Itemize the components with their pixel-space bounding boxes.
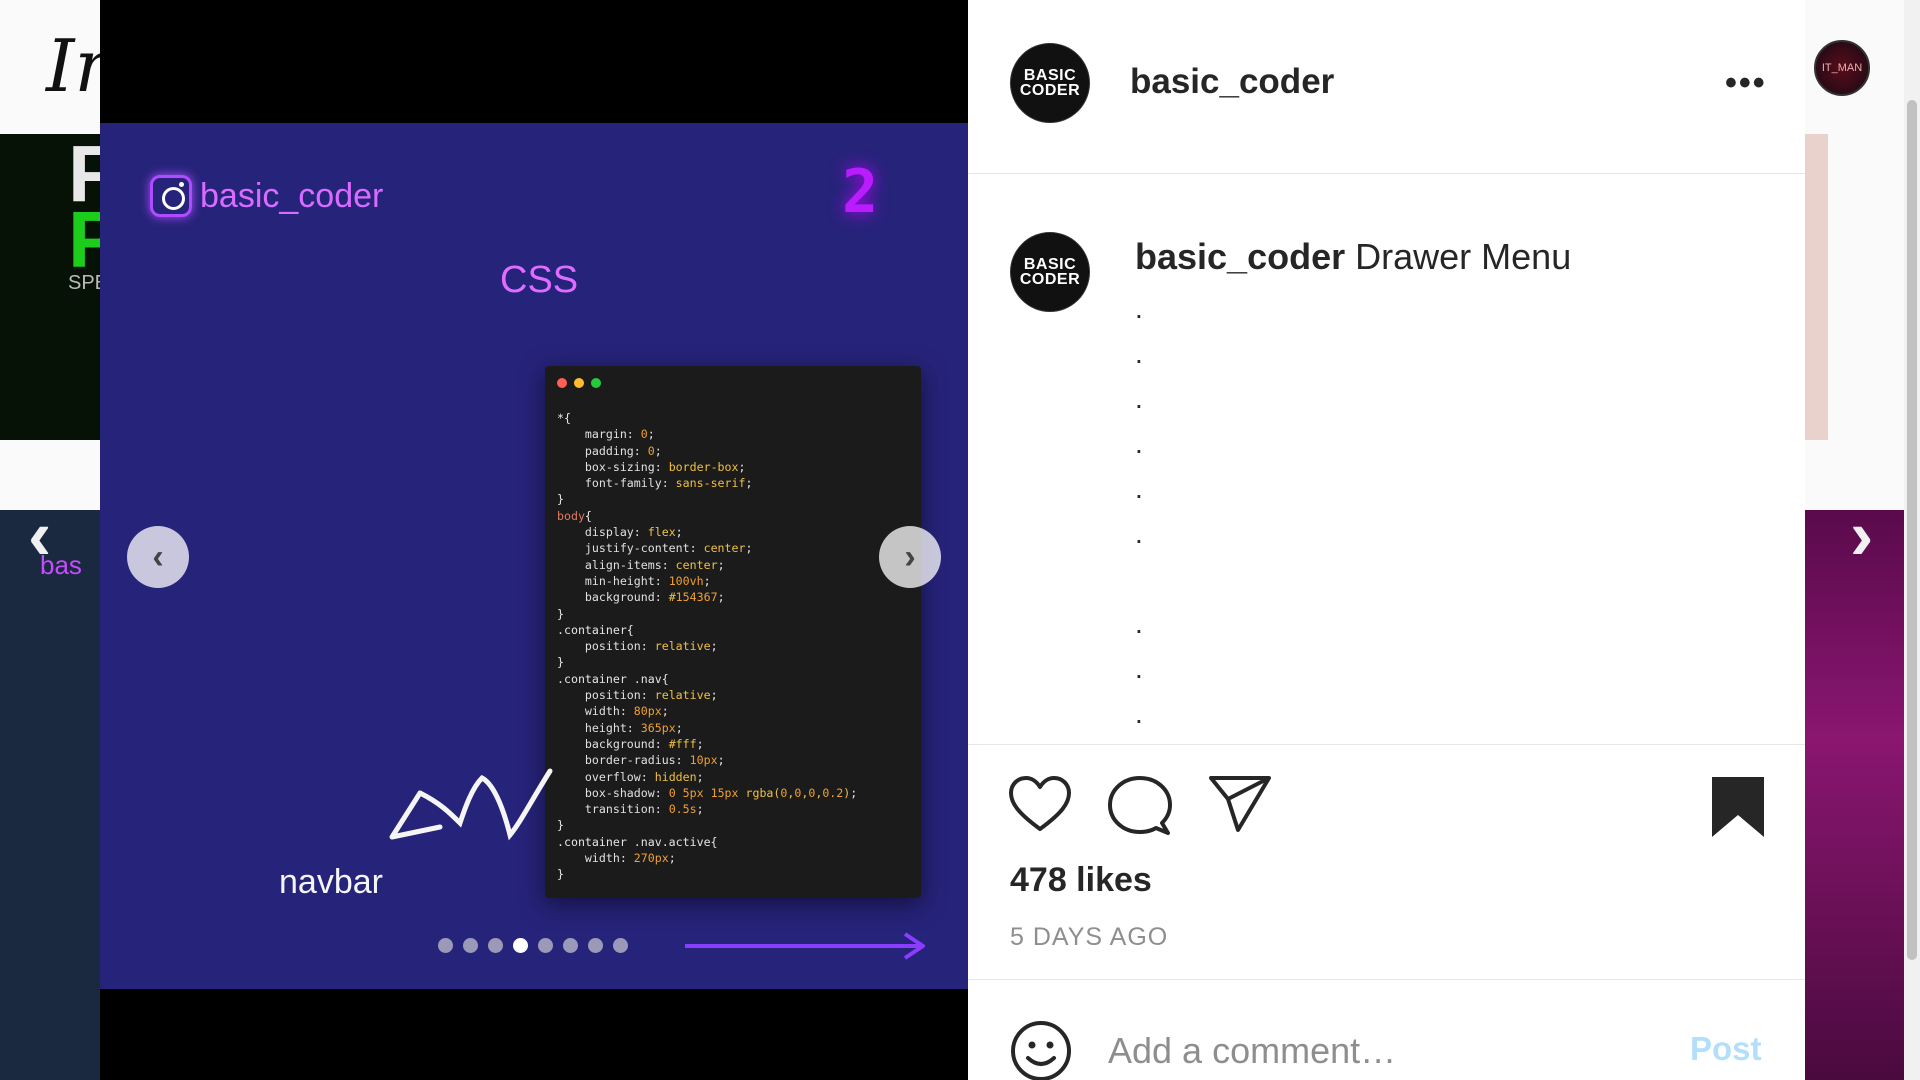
scrollbar-thumb[interactable] [1907, 100, 1917, 960]
caption-line: . [1135, 608, 1143, 639]
caption-author-avatar[interactable]: BASIC CODER [1010, 232, 1090, 312]
caption-line: . [1135, 428, 1143, 459]
slide-dot-active [513, 938, 528, 953]
page-scrollbar[interactable] [1904, 0, 1920, 1080]
background-post-tile [1804, 134, 1828, 440]
slide-dot [613, 938, 628, 953]
caption-line: . [1135, 293, 1143, 324]
more-options-icon[interactable]: ••• [1725, 66, 1767, 100]
chevron-left-icon: ‹ [152, 537, 164, 576]
carousel-next-button[interactable]: › [879, 526, 941, 588]
slide-handle-text: basic_coder [200, 176, 384, 215]
caption-dots: . . . . . . . . . [1135, 286, 1143, 736]
slide-instagram-handle: basic_coder [150, 175, 383, 217]
slide-pagination [438, 938, 628, 953]
slide-dot [538, 938, 553, 953]
post-actions: 478 likes 5 DAYS AGO [968, 744, 1805, 980]
caption-line: . [1135, 653, 1143, 684]
slide-navbar-label: navbar [279, 863, 383, 901]
post-comment-button[interactable]: Post [1690, 1030, 1762, 1068]
caption-line: . [1135, 518, 1143, 549]
tile-text-small: SPE [68, 272, 100, 294]
save-bookmark-icon[interactable] [1710, 775, 1766, 839]
caption-line: . [1135, 383, 1143, 414]
previous-post-arrow-icon[interactable]: ‹ [28, 500, 51, 570]
slide-dot [488, 938, 503, 953]
post-caption: BASIC CODER basic_coder Drawer Menu . . … [968, 174, 1805, 744]
caption-line: . [1135, 698, 1143, 729]
slide-number: 2 [842, 157, 879, 227]
slide-dot [438, 938, 453, 953]
background-post-tile [1805, 510, 1920, 1080]
slide-dot [463, 938, 478, 953]
avatar-text-top: BASIC [1023, 67, 1077, 84]
background-post-tile: F P SPE [0, 134, 100, 440]
author-handle[interactable]: basic_coder [1130, 62, 1334, 102]
chevron-right-icon: › [904, 537, 916, 576]
post-media-area: basic_coder 2 CSS *{ margin: 0; padding:… [100, 0, 968, 1080]
minimize-dot-icon [574, 378, 584, 388]
caption-author-handle[interactable]: basic_coder [1135, 236, 1345, 277]
likes-count[interactable]: 478 likes [1010, 861, 1152, 900]
slide-dot [563, 938, 578, 953]
post-info-panel: BASIC CODER basic_coder ••• BASIC CODER … [968, 0, 1805, 1080]
caption-text: Drawer Menu [1355, 236, 1572, 277]
like-heart-icon[interactable] [1008, 775, 1072, 835]
window-controls [557, 378, 601, 388]
caption-title: basic_coder Drawer Menu [1135, 236, 1571, 278]
comment-input[interactable] [1108, 1026, 1668, 1076]
carousel-prev-button[interactable]: ‹ [127, 526, 189, 588]
maximize-dot-icon [591, 378, 601, 388]
background-post-tile: bas [0, 510, 100, 1080]
next-post-arrow-icon[interactable]: › [1850, 500, 1873, 570]
avatar-text-bottom: CODER [1019, 82, 1081, 99]
avatar-text-top: BASIC [1023, 256, 1077, 273]
emoji-smiley-icon[interactable] [1010, 1020, 1072, 1080]
comment-form: Post [968, 980, 1805, 1080]
code-window: *{ margin: 0; padding: 0; box-sizing: bo… [545, 366, 921, 898]
swipe-arrow-icon [685, 932, 925, 960]
comment-bubble-icon[interactable] [1108, 775, 1172, 837]
caption-line: . [1135, 338, 1143, 369]
hand-drawn-arrow-icon [389, 768, 553, 841]
avatar-text-bottom: CODER [1019, 271, 1081, 288]
post-header: BASIC CODER basic_coder ••• [968, 0, 1805, 174]
post-timestamp[interactable]: 5 DAYS AGO [1010, 923, 1168, 952]
slide-language-label: CSS [500, 259, 579, 301]
code-snippet: *{ margin: 0; padding: 0; box-sizing: bo… [557, 411, 858, 882]
instagram-icon [150, 175, 192, 217]
author-avatar[interactable]: BASIC CODER [1010, 43, 1090, 123]
carousel-slide: basic_coder 2 CSS *{ margin: 0; padding:… [100, 123, 968, 989]
share-paper-plane-icon[interactable] [1208, 775, 1272, 833]
profile-avatar[interactable]: IT_MAN [1814, 40, 1870, 96]
close-dot-icon [557, 378, 567, 388]
caption-line: . [1135, 473, 1143, 504]
slide-dot [588, 938, 603, 953]
